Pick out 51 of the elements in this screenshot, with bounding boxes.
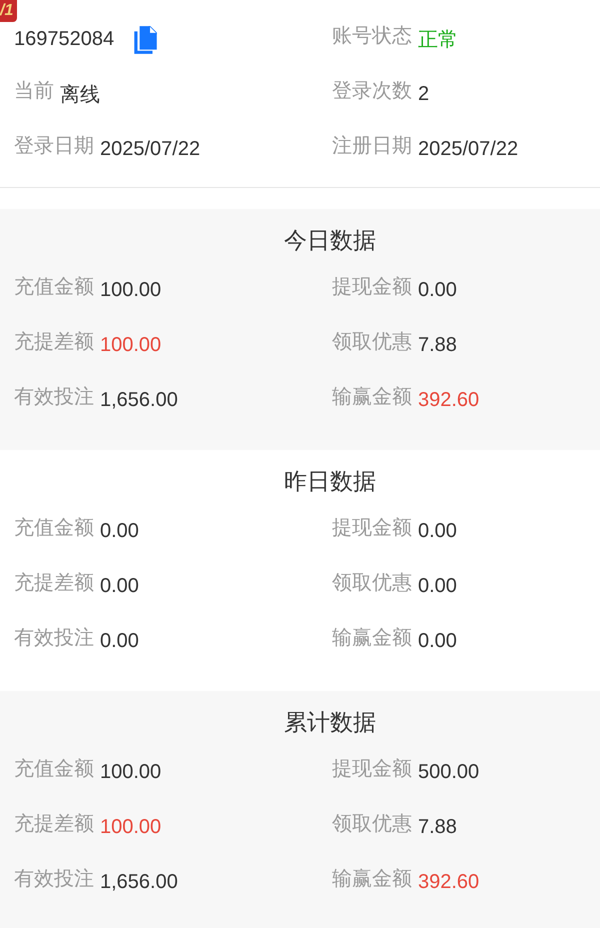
field-value: 0.00 [100, 520, 139, 543]
field-value: 500.00 [418, 761, 480, 784]
field-value: 1,656.00 [100, 389, 178, 412]
field-value: 100.00 [100, 761, 162, 784]
field-label: 登录次数 [332, 79, 412, 104]
section-title: 昨日数据 [283, 467, 377, 496]
field-label: 领取优惠 [332, 812, 412, 837]
field-label: 提现金额 [332, 757, 412, 782]
field-value: 100.00 [100, 279, 162, 302]
field-value: 0.00 [418, 520, 457, 543]
field-label: 充提差额 [14, 330, 94, 355]
field-label: 提现金额 [332, 275, 412, 300]
field-label: 当前 [14, 79, 54, 104]
field-label: 充提差额 [14, 812, 94, 837]
copy-icon[interactable] [132, 24, 158, 54]
field-value: 100.00 [100, 816, 162, 839]
field-label: 有效投注 [14, 867, 94, 892]
field-label: 充提差额 [14, 571, 94, 596]
field-label: 充值金额 [14, 516, 94, 541]
field-label: 领取优惠 [332, 330, 412, 355]
field-label: 输赢金额 [332, 867, 412, 892]
section-title: 今日数据 [283, 226, 377, 255]
field-value: 2025/07/22 [100, 138, 200, 161]
field-label: 登录日期 [14, 134, 94, 159]
field-label: 账号状态 [332, 24, 412, 49]
field-label: 充值金额 [14, 757, 94, 782]
field-label: 充值金额 [14, 275, 94, 300]
field-value: 0.00 [418, 279, 457, 302]
field-value: 正常 [418, 28, 458, 53]
field-value: 0.00 [418, 630, 457, 653]
section-title: 累计数据 [283, 708, 377, 737]
account-id: 169752084 [14, 28, 114, 51]
field-value: 离线 [60, 83, 100, 108]
field-value: 2025/07/22 [418, 138, 518, 161]
field-label: 有效投注 [14, 385, 94, 410]
field-value: 0.00 [418, 575, 457, 598]
field-label: 注册日期 [332, 134, 412, 159]
field-value: 7.88 [418, 816, 457, 839]
field-label: 有效投注 [14, 626, 94, 651]
field-value: 392.60 [418, 871, 480, 894]
field-value: 392.60 [418, 389, 480, 412]
field-value: 2 [418, 83, 430, 106]
field-value: 0.00 [100, 575, 139, 598]
field-value: 7.88 [418, 334, 457, 357]
field-label: 输赢金额 [332, 626, 412, 651]
field-value: 100.00 [100, 334, 162, 357]
field-label: 输赢金额 [332, 385, 412, 410]
field-value: 0.00 [100, 630, 139, 653]
field-value: 1,656.00 [100, 871, 178, 894]
field-label: 领取优惠 [332, 571, 412, 596]
field-label: 提现金额 [332, 516, 412, 541]
